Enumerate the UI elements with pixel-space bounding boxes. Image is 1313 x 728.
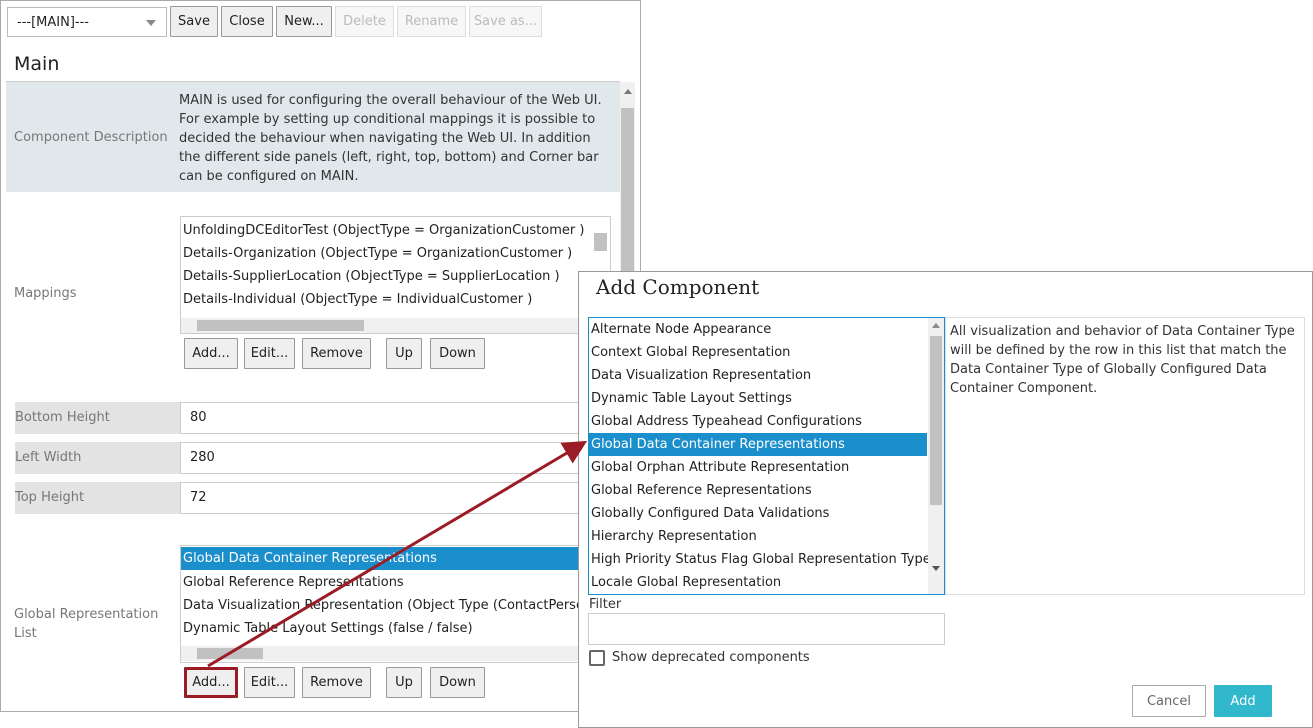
component-select[interactable]: ---[MAIN]--- [7, 7, 167, 37]
description-text: MAIN is used for configuring the overall… [179, 93, 602, 184]
top-height-label: Top Height [15, 482, 181, 514]
rename-button[interactable]: Rename [397, 6, 466, 37]
mappings-list[interactable]: UnfoldingDCEditorTest (ObjectType = Orga… [180, 216, 611, 334]
component-item[interactable]: Dynamic Table Layout Settings [591, 387, 792, 410]
description-label: Component Description [14, 130, 168, 145]
mappings-label: Mappings [14, 286, 77, 301]
scrollbar-thumb[interactable] [197, 320, 364, 331]
grl-edit-button[interactable]: Edit... [244, 667, 295, 698]
component-list[interactable]: Locale Global Representation High Priorit… [588, 317, 945, 595]
list-item[interactable]: Details-Organization (ObjectType = Organ… [183, 242, 572, 265]
top-height-input[interactable]: 72 [180, 482, 600, 514]
list-item[interactable]: Data Visualization Representation (Objec… [183, 594, 601, 617]
scroll-up-icon[interactable] [932, 323, 940, 328]
list-item[interactable]: Global Reference Representations [183, 571, 404, 594]
mappings-add-button[interactable]: Add... [184, 338, 238, 369]
component-description: All visualization and behavior of Data C… [945, 317, 1305, 595]
filter-input[interactable] [588, 613, 945, 645]
grl-remove-button[interactable]: Remove [302, 667, 371, 698]
horizontal-scrollbar[interactable] [181, 646, 610, 661]
list-item[interactable]: Details-Individual (ObjectType = Individ… [183, 288, 532, 311]
left-width-input[interactable]: 280 [180, 442, 600, 474]
global-representation-list[interactable]: Global Data Container Representations Gl… [180, 545, 611, 663]
save-button[interactable]: Save [170, 6, 218, 37]
vertical-scrollbar[interactable] [928, 318, 944, 594]
component-item[interactable]: Alternate Node Appearance [591, 318, 771, 341]
mappings-edit-button[interactable]: Edit... [244, 338, 295, 369]
scrollbar-thumb[interactable] [930, 336, 942, 505]
description-row: Component Description MAIN is used for c… [6, 82, 620, 192]
mappings-up-button[interactable]: Up [386, 338, 422, 369]
component-item[interactable]: Locale Global Representation [591, 571, 781, 594]
component-item[interactable]: Global Reference Representations [591, 479, 812, 502]
filter-label: Filter [589, 597, 622, 612]
mappings-remove-button[interactable]: Remove [302, 338, 371, 369]
component-item[interactable]: Data Visualization Representation [591, 364, 811, 387]
add-component-dialog: Add Component Locale Global Representati… [578, 271, 1313, 728]
new-button[interactable]: New... [276, 6, 332, 37]
show-deprecated-label: Show deprecated components [612, 650, 810, 665]
left-width-label: Left Width [15, 442, 181, 474]
select-value: ---[MAIN]--- [17, 14, 89, 30]
bottom-height-input[interactable]: 80 [180, 402, 600, 434]
bottom-height-label: Bottom Height [15, 402, 181, 434]
list-item[interactable]: Details-SupplierLocation (ObjectType = S… [183, 265, 560, 288]
chevron-down-icon [146, 20, 156, 26]
horizontal-scrollbar[interactable] [181, 318, 610, 333]
global-representation-label: Global Representation List [14, 607, 159, 641]
cancel-button[interactable]: Cancel [1132, 685, 1206, 717]
component-item[interactable]: High Priority Status Flag Global Represe… [591, 548, 931, 571]
mappings-down-button[interactable]: Down [430, 338, 485, 369]
show-deprecated-checkbox[interactable] [589, 650, 605, 666]
list-item-selected[interactable]: Global Data Container Representations [181, 547, 610, 570]
grl-add-button[interactable]: Add... [184, 667, 238, 698]
close-button[interactable]: Close [221, 6, 273, 37]
main-panel: ---[MAIN]--- Save Close New... Delete Re… [0, 0, 641, 712]
save-as-button[interactable]: Save as... [469, 6, 542, 37]
grl-up-button[interactable]: Up [386, 667, 422, 698]
component-item[interactable]: Context Global Representation [591, 341, 790, 364]
list-item[interactable]: UnfoldingDCEditorTest (ObjectType = Orga… [183, 219, 584, 242]
component-item[interactable]: Global Address Typeahead Configurations [591, 410, 862, 433]
scrollbar-thumb[interactable] [197, 648, 263, 659]
delete-button[interactable]: Delete [335, 6, 394, 37]
list-item[interactable]: Dynamic Table Layout Settings (false / f… [183, 617, 473, 640]
add-button[interactable]: Add [1214, 685, 1272, 717]
scrollbar-thumb[interactable] [594, 233, 607, 251]
scroll-down-icon[interactable] [932, 566, 940, 571]
dialog-title: Add Component [596, 275, 760, 299]
component-item[interactable]: Global Orphan Attribute Representation [591, 456, 849, 479]
component-item[interactable]: Hierarchy Representation [591, 525, 757, 548]
page-title: Main [14, 53, 60, 75]
grl-down-button[interactable]: Down [430, 667, 485, 698]
scroll-up-icon[interactable] [624, 89, 632, 94]
component-item-selected[interactable]: Global Data Container Representations [589, 433, 927, 456]
component-item[interactable]: Globally Configured Data Validations [591, 502, 829, 525]
